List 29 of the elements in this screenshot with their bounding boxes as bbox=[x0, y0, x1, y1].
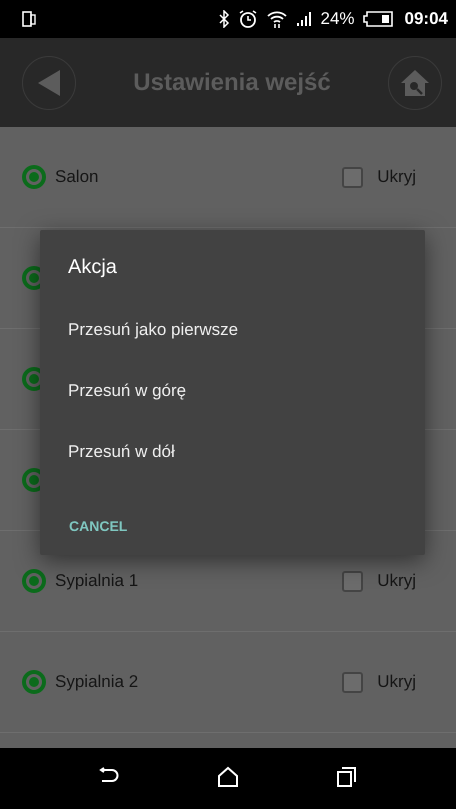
alarm-icon bbox=[238, 9, 258, 29]
input-name: Salon bbox=[55, 167, 100, 187]
menu-item[interactable]: Przesuń jako pierwsze bbox=[40, 299, 425, 360]
clock: 09:04 bbox=[404, 9, 448, 29]
home-button[interactable] bbox=[388, 56, 442, 110]
hide-label: Ukryj bbox=[377, 167, 416, 187]
radio-button[interactable] bbox=[22, 670, 46, 694]
checkbox[interactable] bbox=[342, 570, 364, 592]
home-search-icon bbox=[399, 68, 431, 98]
input-name: Sypialnia 1 bbox=[55, 571, 140, 591]
hide-label: Ukryj bbox=[377, 571, 416, 591]
menu-item[interactable]: Przesuń w górę bbox=[40, 360, 425, 421]
checkbox[interactable] bbox=[342, 672, 364, 692]
back-arrow-icon bbox=[36, 68, 62, 98]
cancel-button[interactable]: CANCEL bbox=[69, 512, 128, 540]
back-button[interactable] bbox=[22, 56, 76, 110]
radio-button[interactable] bbox=[22, 569, 46, 593]
signal-icon bbox=[296, 11, 312, 27]
hide-label: Ukryj bbox=[377, 672, 416, 692]
dialog-title: Akcja bbox=[68, 256, 117, 279]
battery-icon bbox=[362, 11, 393, 27]
menu-item[interactable]: Przesuń w dół bbox=[40, 421, 425, 482]
battery-percent: 24% bbox=[320, 9, 355, 29]
radio-button[interactable] bbox=[22, 165, 46, 189]
device-icon bbox=[22, 11, 36, 27]
wifi-icon bbox=[266, 9, 288, 29]
input-name: Sypialnia 2 bbox=[55, 672, 140, 692]
bluetooth-icon bbox=[218, 10, 230, 28]
checkbox[interactable] bbox=[342, 166, 364, 188]
